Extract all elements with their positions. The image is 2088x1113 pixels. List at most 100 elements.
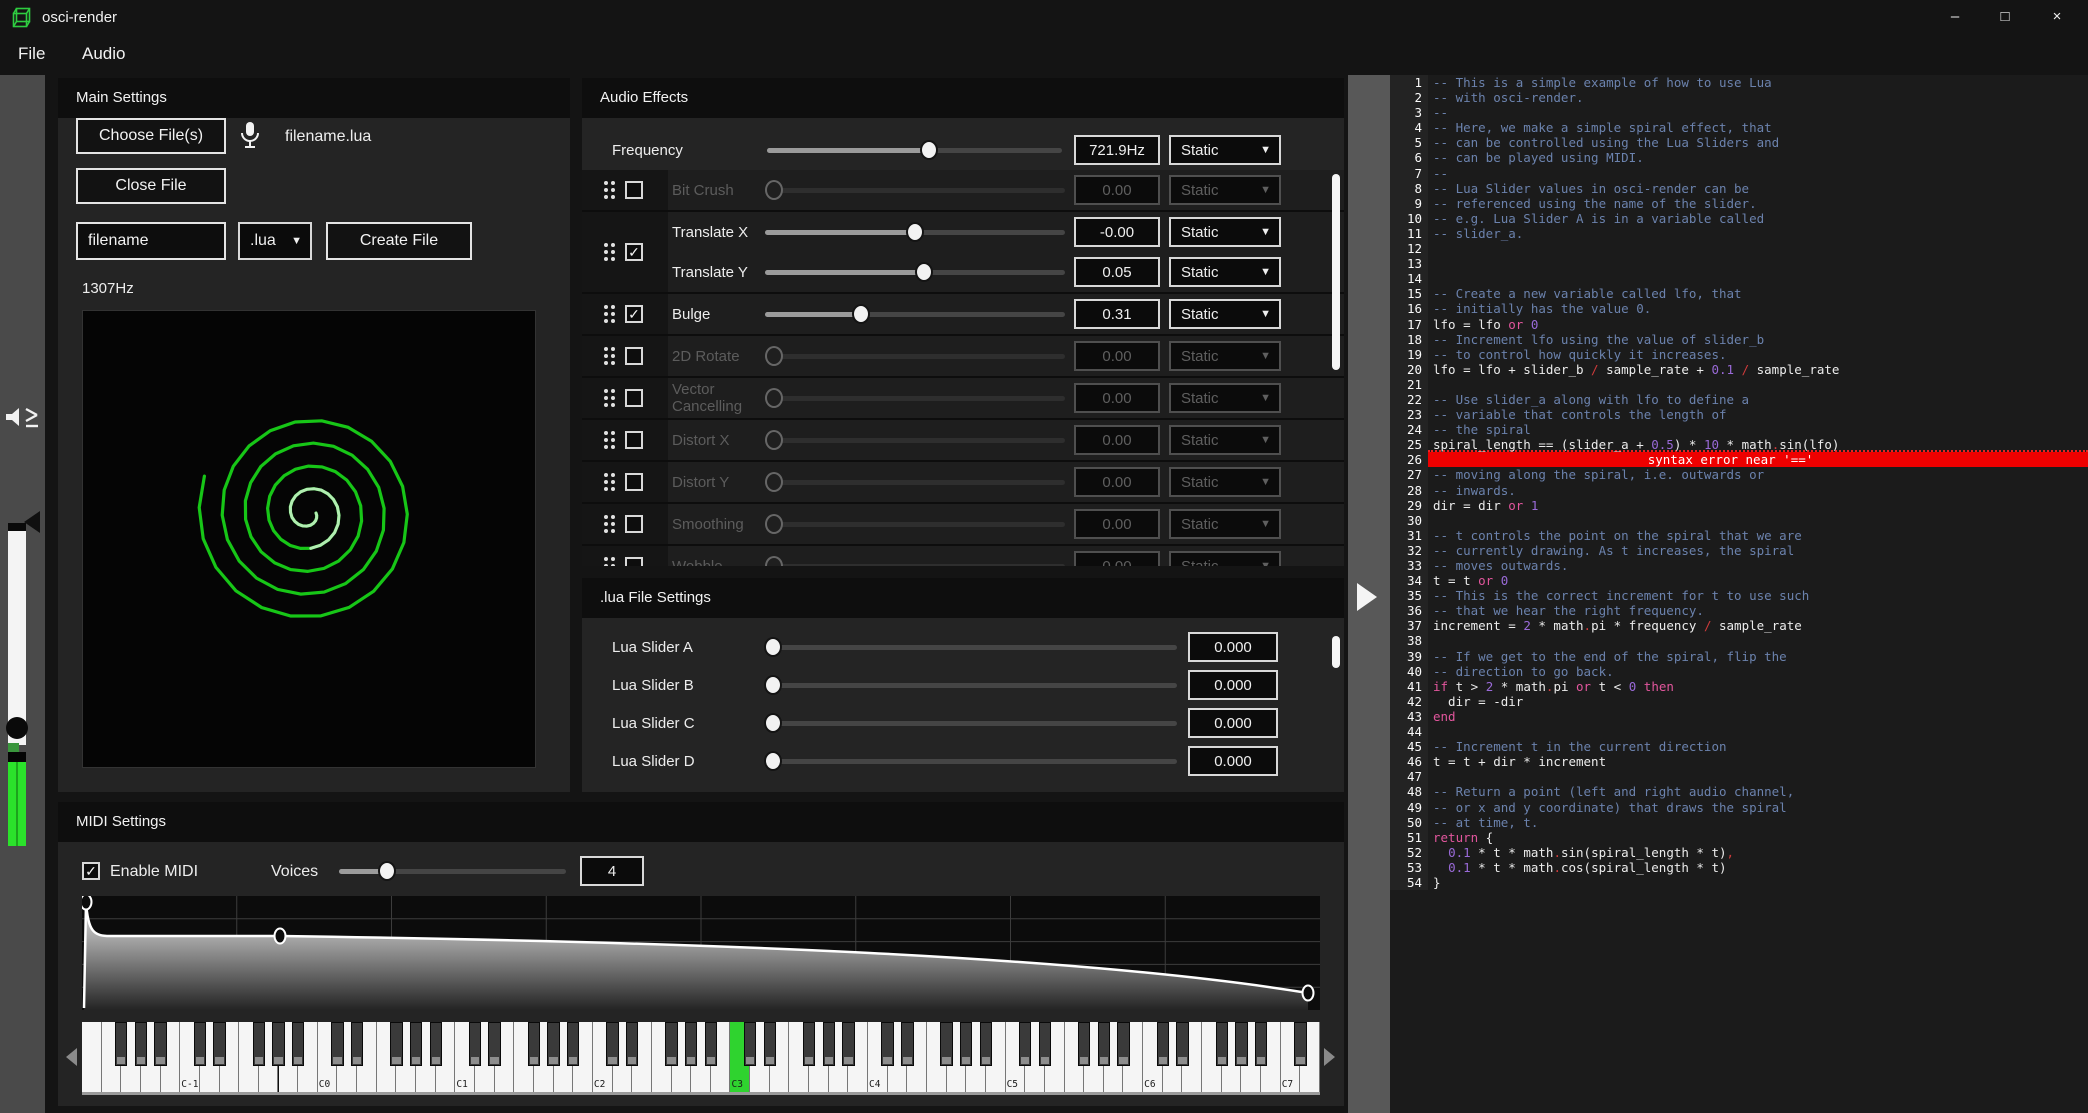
code-line[interactable]: 52 0.1 * t * math.sin(spiral_length * t)…	[1390, 845, 2088, 860]
code-line[interactable]: 22-- Use slider_a along with lfo to defi…	[1390, 392, 2088, 407]
piano-key-black[interactable]	[272, 1022, 284, 1066]
piano-key-black[interactable]	[528, 1022, 540, 1066]
effect-value[interactable]: 0.00	[1074, 551, 1160, 566]
menu-file[interactable]: File	[10, 42, 53, 66]
code-line[interactable]: 13	[1390, 256, 2088, 271]
code-line[interactable]: 44	[1390, 724, 2088, 739]
code-line[interactable]: 47	[1390, 769, 2088, 784]
lua-slider[interactable]	[764, 675, 1177, 695]
piano-key-black[interactable]	[430, 1022, 442, 1066]
code-line[interactable]: 9-- referenced using the name of the sli…	[1390, 196, 2088, 211]
slider-thumb[interactable]	[852, 304, 870, 324]
effect-mode-select[interactable]: Static▼	[1169, 383, 1281, 413]
code-line[interactable]: 8-- Lua Slider values in osci-render can…	[1390, 181, 2088, 196]
effect-mode-select[interactable]: Static▼	[1169, 425, 1281, 455]
effects-scrollbar[interactable]	[1332, 174, 1340, 370]
enable-midi-checkbox[interactable]: ✓	[82, 862, 100, 880]
code-line[interactable]: 2-- with osci-render.	[1390, 90, 2088, 105]
code-line[interactable]: 3--	[1390, 105, 2088, 120]
effect-value[interactable]: 0.05	[1074, 257, 1160, 287]
code-line[interactable]: 20lfo = lfo + slider_b / sample_rate + 0…	[1390, 362, 2088, 377]
piano-key-black[interactable]	[154, 1022, 166, 1066]
piano-key-black[interactable]	[764, 1022, 776, 1066]
piano-key-black[interactable]	[823, 1022, 835, 1066]
slider-thumb[interactable]	[765, 514, 783, 534]
piano-key-black[interactable]	[331, 1022, 343, 1066]
code-line[interactable]: 12	[1390, 241, 2088, 256]
code-line[interactable]: 42 dir = -dir	[1390, 694, 2088, 709]
code-line[interactable]: 1-- This is a simple example of how to u…	[1390, 75, 2088, 90]
code-line[interactable]: 10-- e.g. Lua Slider A is in a variable …	[1390, 211, 2088, 226]
envelope-control-point[interactable]	[1303, 986, 1314, 1001]
lua-slider-value[interactable]: 0.000	[1188, 746, 1278, 776]
slider-track[interactable]	[764, 721, 1177, 726]
code-line[interactable]: 18-- Increment lfo using the value of sl…	[1390, 332, 2088, 347]
piano-key-black[interactable]	[1078, 1022, 1090, 1066]
create-file-button[interactable]: Create File	[326, 222, 472, 260]
envelope-control-point[interactable]	[275, 929, 286, 944]
effect-slider[interactable]	[765, 472, 1065, 492]
effect-mode-select[interactable]: Static▼	[1169, 217, 1281, 247]
slider-track[interactable]	[765, 564, 1065, 566]
volume-slider-handle[interactable]	[24, 511, 40, 533]
slider-track[interactable]	[765, 188, 1065, 193]
effect-slider[interactable]	[765, 388, 1065, 408]
piano-key-black[interactable]	[803, 1022, 815, 1066]
slider-track[interactable]	[765, 354, 1065, 359]
maximize-icon[interactable]: □	[1988, 4, 2022, 30]
code-line[interactable]: 32-- currently drawing. As t increases, …	[1390, 543, 2088, 558]
code-line[interactable]: 35-- This is the correct increment for t…	[1390, 588, 2088, 603]
code-line[interactable]: 34t = t or 0	[1390, 573, 2088, 588]
slider-thumb[interactable]	[765, 388, 783, 408]
piano-key-black[interactable]	[1176, 1022, 1188, 1066]
code-line[interactable]: 54}	[1390, 875, 2088, 890]
code-line[interactable]: 43end	[1390, 709, 2088, 724]
effect-value[interactable]: 0.00	[1074, 383, 1160, 413]
close-icon[interactable]: ×	[2040, 4, 2074, 30]
piano-key-black[interactable]	[292, 1022, 304, 1066]
piano-key-black[interactable]	[135, 1022, 147, 1066]
drag-handle-icon[interactable]	[604, 347, 615, 365]
microphone-icon[interactable]	[238, 120, 262, 157]
effect-slider[interactable]	[765, 346, 1065, 366]
code-line[interactable]: 31-- t controls the point on the spiral …	[1390, 528, 2088, 543]
code-line[interactable]: 46t = t + dir * increment	[1390, 754, 2088, 769]
effect-mode-select[interactable]: Static▼	[1169, 509, 1281, 539]
drag-handle-icon[interactable]	[604, 389, 615, 407]
code-line[interactable]: 5-- can be controlled using the Lua Slid…	[1390, 135, 2088, 150]
code-line[interactable]: 50-- at time, t.	[1390, 815, 2088, 830]
menu-audio[interactable]: Audio	[74, 42, 133, 66]
piano-key-black[interactable]	[115, 1022, 127, 1066]
effect-checkbox[interactable]	[625, 515, 643, 533]
effect-slider[interactable]	[765, 514, 1065, 534]
code-line[interactable]: 17lfo = lfo or 0	[1390, 317, 2088, 332]
piano-key-black[interactable]	[665, 1022, 677, 1066]
piano-key-black[interactable]	[842, 1022, 854, 1066]
drag-handle-icon[interactable]	[604, 431, 615, 449]
piano-key-black[interactable]	[1098, 1022, 1110, 1066]
code-line[interactable]: 51return {	[1390, 830, 2088, 845]
code-line[interactable]: 37increment = 2 * math.pi * frequency / …	[1390, 618, 2088, 633]
piano-key-black[interactable]	[253, 1022, 265, 1066]
keyboard-scroll-left-icon[interactable]	[66, 1048, 77, 1066]
effect-value[interactable]: 0.00	[1074, 425, 1160, 455]
code-line[interactable]: 27-- moving along the spiral, i.e. outwa…	[1390, 467, 2088, 482]
frequency-slider[interactable]	[767, 140, 1062, 160]
code-line[interactable]: 39-- If we get to the end of the spiral,…	[1390, 649, 2088, 664]
slider-track[interactable]	[765, 396, 1065, 401]
slider-thumb[interactable]	[764, 713, 782, 733]
piano-key-black[interactable]	[213, 1022, 225, 1066]
slider-track[interactable]	[765, 438, 1065, 443]
code-line[interactable]: 40-- direction to go back.	[1390, 664, 2088, 679]
piano-key-black[interactable]	[547, 1022, 559, 1066]
effect-slider[interactable]	[765, 262, 1065, 282]
extension-select[interactable]: .lua ▼	[238, 222, 312, 260]
adsr-envelope[interactable]	[82, 896, 1320, 1010]
code-line[interactable]: 53 0.1 * t * math.cos(spiral_length * t)	[1390, 860, 2088, 875]
effect-checkbox[interactable]	[625, 347, 643, 365]
effect-mode-select[interactable]: Static▼	[1169, 299, 1281, 329]
piano-key-black[interactable]	[469, 1022, 481, 1066]
piano-key-black[interactable]	[626, 1022, 638, 1066]
piano-key-black[interactable]	[1294, 1022, 1306, 1066]
syntax-error-line[interactable]: 26syntax error near '=='	[1390, 452, 2088, 467]
